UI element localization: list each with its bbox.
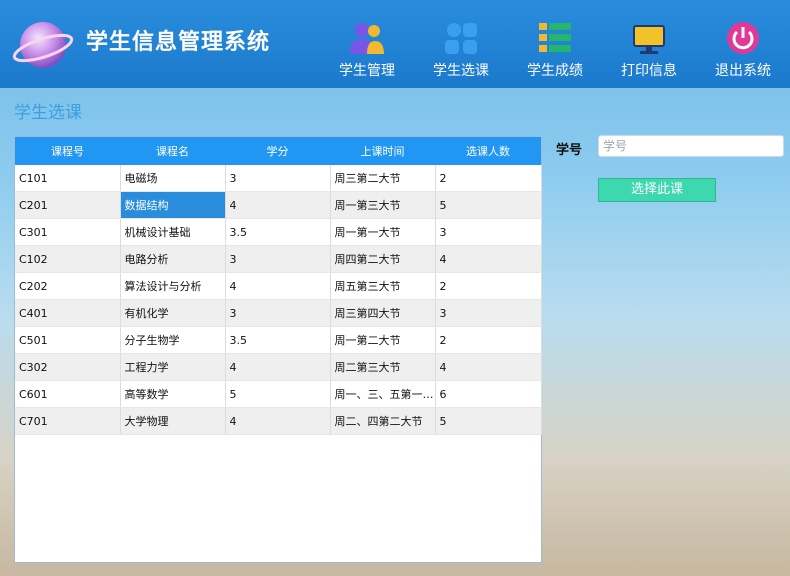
cell-enrolled[interactable]: 2 <box>435 326 542 354</box>
app-title: 学生信息管理系统 <box>86 30 271 55</box>
course-table[interactable]: 课程号 课程名 学分 上课时间 选课人数 C101 电磁场 3 周三第二大节 2… <box>14 136 542 563</box>
cell-credit[interactable]: 3.5 <box>225 218 331 246</box>
table-header-row: 课程号 课程名 学分 上课时间 选课人数 <box>15 137 541 165</box>
nav-print[interactable]: 打印信息 <box>604 20 694 82</box>
table-row[interactable]: C701 大学物理 4 周二、四第二大节 5 <box>15 407 542 435</box>
cell-credit[interactable]: 3.5 <box>225 326 331 354</box>
cell-time[interactable]: 周一第一大节 <box>330 218 436 246</box>
col-header-course-id[interactable]: 课程号 <box>15 137 120 165</box>
nav-exit[interactable]: 退出系统 <box>698 20 788 82</box>
cell-time[interactable]: 周二第三大节 <box>330 353 436 381</box>
cell-time[interactable]: 周二、四第二大节 <box>330 407 436 435</box>
cell-time[interactable]: 周五第三大节 <box>330 272 436 300</box>
cell-enrolled[interactable]: 5 <box>435 407 542 435</box>
table-row[interactable]: C101 电磁场 3 周三第二大节 2 <box>15 165 542 192</box>
cell-time[interactable]: 周一第三大节 <box>330 191 436 219</box>
monitor-icon <box>633 25 665 54</box>
logout-icon <box>727 22 759 54</box>
cell-course-id[interactable]: C101 <box>15 165 121 192</box>
col-header-enrolled[interactable]: 选课人数 <box>435 137 541 165</box>
table-row[interactable]: C401 有机化学 3 周三第四大节 3 <box>15 299 542 327</box>
cell-time[interactable]: 周一第二大节 <box>330 326 436 354</box>
cell-credit[interactable]: 3 <box>225 165 331 192</box>
cell-enrolled[interactable]: 3 <box>435 299 542 327</box>
table-row[interactable]: C501 分子生物学 3.5 周一第二大节 2 <box>15 326 542 354</box>
table-row[interactable]: C201 数据结构 4 周一第三大节 5 <box>15 191 542 219</box>
select-course-button[interactable]: 选择此课 <box>598 178 716 202</box>
cell-course-name[interactable]: 算法设计与分析 <box>120 272 226 300</box>
cell-time[interactable]: 周三第四大节 <box>330 299 436 327</box>
cell-course-id[interactable]: C301 <box>15 218 121 246</box>
table-row[interactable]: C202 算法设计与分析 4 周五第三大节 2 <box>15 272 542 300</box>
nav-course-selection[interactable]: 学生选课 <box>416 20 506 82</box>
cell-time[interactable]: 周四第二大节 <box>330 245 436 273</box>
cell-enrolled[interactable]: 6 <box>435 380 542 408</box>
cell-credit[interactable]: 4 <box>225 272 331 300</box>
section-title: 学生选课 <box>14 103 82 123</box>
cell-course-name[interactable]: 分子生物学 <box>120 326 226 354</box>
cell-course-id[interactable]: C102 <box>15 245 121 273</box>
student-id-input[interactable] <box>598 135 784 157</box>
cell-course-id[interactable]: C302 <box>15 353 121 381</box>
cell-credit[interactable]: 4 <box>225 353 331 381</box>
cell-course-name-selected[interactable]: 数据结构 <box>120 191 226 219</box>
col-header-course-name[interactable]: 课程名 <box>120 137 225 165</box>
planet-logo-icon <box>12 22 74 68</box>
cell-course-name[interactable]: 电路分析 <box>120 245 226 273</box>
cell-course-id[interactable]: C501 <box>15 326 121 354</box>
cell-course-name[interactable]: 机械设计基础 <box>120 218 226 246</box>
col-header-time[interactable]: 上课时间 <box>330 137 435 165</box>
people-icon <box>350 23 384 54</box>
table-row[interactable]: C302 工程力学 4 周二第三大节 4 <box>15 353 542 381</box>
cell-time[interactable]: 周三第二大节 <box>330 165 436 192</box>
table-row[interactable]: C601 高等数学 5 周一、三、五第一… 6 <box>15 380 542 408</box>
cell-enrolled[interactable]: 4 <box>435 245 542 273</box>
cell-time[interactable]: 周一、三、五第一… <box>330 380 436 408</box>
cell-course-name[interactable]: 工程力学 <box>120 353 226 381</box>
cell-course-id[interactable]: C701 <box>15 407 121 435</box>
cell-enrolled[interactable]: 2 <box>435 165 542 192</box>
nav-student-management[interactable]: 学生管理 <box>322 20 412 82</box>
cell-enrolled[interactable]: 5 <box>435 191 542 219</box>
cell-course-name[interactable]: 高等数学 <box>120 380 226 408</box>
cell-course-id[interactable]: C401 <box>15 299 121 327</box>
cell-enrolled[interactable]: 3 <box>435 218 542 246</box>
cell-course-name[interactable]: 大学物理 <box>120 407 226 435</box>
list-icon <box>539 23 571 52</box>
cell-course-id[interactable]: C201 <box>15 191 121 219</box>
cell-course-id[interactable]: C601 <box>15 380 121 408</box>
table-row[interactable]: C102 电路分析 3 周四第二大节 4 <box>15 245 542 273</box>
cell-course-name[interactable]: 电磁场 <box>120 165 226 192</box>
cell-credit[interactable]: 3 <box>225 245 331 273</box>
grid-icon <box>445 23 477 54</box>
col-header-credit[interactable]: 学分 <box>225 137 330 165</box>
cell-credit[interactable]: 5 <box>225 380 331 408</box>
header: 学生信息管理系统 学生管理 学生选课 学生成绩 打印信息 退出系统 <box>0 0 790 88</box>
cell-enrolled[interactable]: 2 <box>435 272 542 300</box>
table-row[interactable]: C301 机械设计基础 3.5 周一第一大节 3 <box>15 218 542 246</box>
cell-course-name[interactable]: 有机化学 <box>120 299 226 327</box>
cell-enrolled[interactable]: 4 <box>435 353 542 381</box>
cell-credit[interactable]: 4 <box>225 407 331 435</box>
student-id-label: 学号 <box>556 143 583 158</box>
nav-grades[interactable]: 学生成绩 <box>510 20 600 82</box>
cell-course-id[interactable]: C202 <box>15 272 121 300</box>
cell-credit[interactable]: 3 <box>225 299 331 327</box>
cell-credit[interactable]: 4 <box>225 191 331 219</box>
